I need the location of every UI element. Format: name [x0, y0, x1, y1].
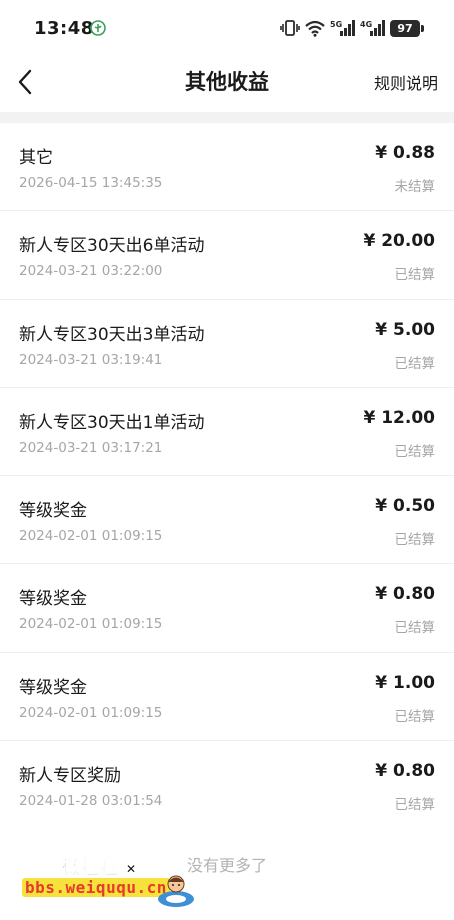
sparkle-icon: ✕ [126, 862, 137, 876]
item-time: 2024-02-01 01:09:15 [19, 616, 163, 633]
nav-bar: 其他收益 规则说明 [0, 58, 454, 108]
signal-4g-icon: 4G [360, 20, 385, 36]
vibrate-icon [280, 20, 300, 36]
item-title: 新人专区30天出3单活动 [19, 324, 205, 345]
status-bar: 13:48 5G 4G 97 [0, 0, 454, 58]
item-time: 2024-02-01 01:09:15 [19, 704, 163, 721]
item-time: 2026-04-15 13:45:35 [19, 175, 163, 191]
list-item[interactable]: 其它 2026-04-15 13:45:35 ¥ 0.88 未结算 [0, 123, 454, 212]
item-title: 新人专区30天出1单活动 [19, 412, 205, 433]
item-status: 已结算 [394, 797, 436, 814]
item-amount: ¥ 5.00 [375, 319, 435, 340]
rules-link[interactable]: 规则说明 [374, 70, 438, 94]
list-item[interactable]: 新人专区30天出6单活动 2024-03-21 03:22:00 ¥ 20.00… [0, 211, 454, 300]
item-time: 2024-03-21 03:22:00 [19, 263, 163, 280]
item-title: 新人专区奖励 [19, 766, 121, 787]
back-arrow-icon[interactable] [12, 64, 40, 100]
item-status: 已结算 [394, 620, 436, 637]
list-item[interactable]: 等级奖金 2024-02-01 01:09:15 ¥ 0.50 已结算 [0, 476, 454, 565]
watermark: 微趣趣 ✕ bbs.weiququ.cn [22, 854, 202, 910]
list-item[interactable]: 等级奖金 2024-02-01 01:09:15 ¥ 1.00 已结算 [0, 653, 454, 742]
list-item[interactable]: 新人专区奖励 2024-01-28 03:01:54 ¥ 0.80 已结算 [0, 741, 454, 829]
item-amount: ¥ 0.50 [375, 496, 435, 517]
item-status: 已结算 [394, 443, 436, 460]
item-status: 已结算 [394, 532, 436, 549]
status-indicators: 5G 4G 97 [280, 17, 424, 39]
list-item[interactable]: 新人专区30天出1单活动 2024-03-21 03:17:21 ¥ 12.00… [0, 388, 454, 477]
item-title: 等级奖金 [19, 677, 87, 698]
battery-icon: 97 [390, 19, 424, 37]
wifi-icon [305, 20, 325, 37]
watermark-cn: 微趣趣 [62, 858, 119, 880]
item-title: 等级奖金 [19, 501, 87, 522]
item-amount: ¥ 0.80 [375, 761, 435, 782]
battery-level: 97 [397, 21, 413, 35]
item-title: 新人专区30天出6单活动 [19, 236, 205, 257]
signal-5g-icon: 5G [330, 20, 355, 36]
status-time: 13:48 [34, 18, 94, 39]
list-item[interactable]: 等级奖金 2024-02-01 01:09:15 ¥ 0.80 已结算 [0, 564, 454, 653]
leaf-notification-icon [90, 20, 106, 36]
watermark-url: bbs.weiququ.cn [22, 878, 170, 897]
item-time: 2024-03-21 03:17:21 [19, 439, 163, 456]
item-status: 已结算 [394, 708, 436, 725]
item-time: 2024-01-28 03:01:54 [19, 793, 163, 810]
item-time: 2024-02-01 01:09:15 [19, 528, 163, 545]
item-time: 2024-03-21 03:19:41 [19, 351, 163, 368]
earnings-list: 其它 2026-04-15 13:45:35 ¥ 0.88 未结算 新人专区30… [0, 123, 454, 829]
item-amount: ¥ 1.00 [375, 672, 435, 693]
list-item[interactable]: 新人专区30天出3单活动 2024-03-21 03:19:41 ¥ 5.00 … [0, 300, 454, 388]
item-status: 已结算 [394, 355, 436, 372]
item-title: 等级奖金 [19, 589, 87, 610]
item-amount: ¥ 20.00 [363, 231, 435, 252]
item-title: 其它 [19, 148, 53, 168]
section-divider [0, 112, 454, 123]
mascot-icon [158, 875, 194, 907]
item-status: 已结算 [394, 267, 436, 284]
item-status: 未结算 [394, 179, 436, 195]
item-amount: ¥ 0.88 [375, 143, 435, 163]
item-amount: ¥ 0.80 [375, 584, 435, 605]
network-5g-label: 5G [330, 20, 342, 29]
item-amount: ¥ 12.00 [363, 407, 435, 428]
network-4g-label: 4G [360, 20, 372, 29]
